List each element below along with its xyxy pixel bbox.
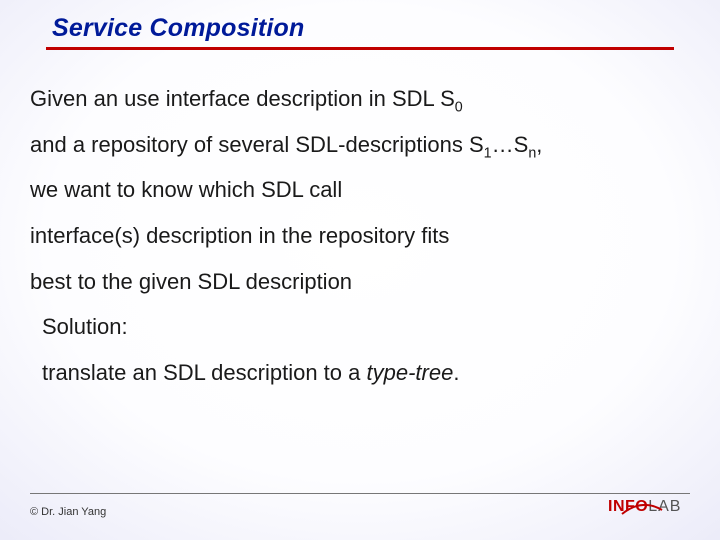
solution-text: translate an SDL description to a type-t… xyxy=(42,358,690,388)
line-2: and a repository of several SDL-descript… xyxy=(30,130,690,160)
line-3: we want to know which SDL call xyxy=(30,175,690,205)
comma: , xyxy=(536,132,542,157)
ellipsis: …S xyxy=(492,132,529,157)
subscript-0: 0 xyxy=(455,99,463,115)
solution-label: Solution: xyxy=(42,312,690,342)
logo-swoosh-icon xyxy=(620,502,664,518)
infolab-logo: INFOLAB xyxy=(608,498,692,522)
type-tree-em: type-tree xyxy=(366,360,453,385)
slide-title: Service Composition xyxy=(52,14,720,43)
slide: Service Composition Given an use interfa… xyxy=(0,0,720,540)
subscript-1: 1 xyxy=(484,145,492,161)
line-5: best to the given SDL description xyxy=(30,267,690,297)
text: Given an use interface description in SD… xyxy=(30,86,455,111)
line-4: interface(s) description in the reposito… xyxy=(30,221,690,251)
copyright: © Dr. Jian Yang xyxy=(30,506,106,518)
body-text: Given an use interface description in SD… xyxy=(0,50,720,388)
text: and a repository of several SDL-descript… xyxy=(30,132,484,157)
text: translate an SDL description to a xyxy=(42,360,366,385)
period: . xyxy=(453,360,459,385)
footer-rule xyxy=(30,493,690,494)
line-1: Given an use interface description in SD… xyxy=(30,84,690,114)
title-area: Service Composition xyxy=(0,0,720,43)
solution-block: Solution: translate an SDL description t… xyxy=(30,312,690,387)
